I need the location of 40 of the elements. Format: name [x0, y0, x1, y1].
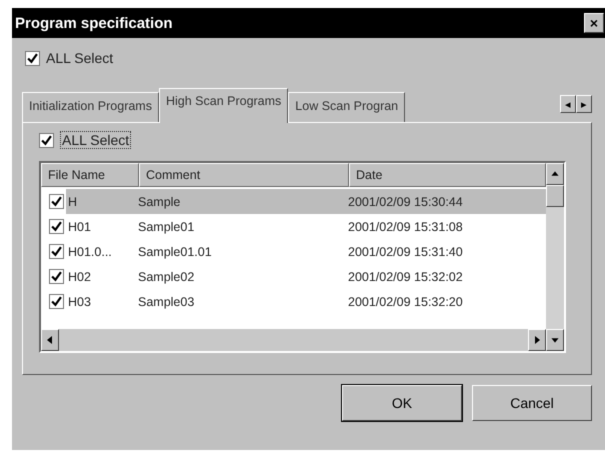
list-row[interactable]: H03 Sample03 2001/02/09 15:32:20 — [41, 289, 546, 314]
table-cell-text: H03 — [68, 294, 92, 308]
horizontal-scrollbar[interactable] — [41, 329, 546, 351]
list-row[interactable]: H01 Sample01 2001/02/09 15:31:08 — [41, 214, 546, 239]
list-row[interactable]: H02 Sample02 2001/02/09 15:32:02 — [41, 264, 546, 289]
table-cell-text: H01 — [68, 220, 92, 234]
column-header[interactable]: File Name — [41, 163, 139, 187]
table-cell-text: 2001/02/09 15:32:20 — [348, 294, 464, 308]
dialog-button[interactable]: OK — [342, 385, 462, 421]
column-header[interactable]: Date — [349, 163, 546, 187]
scrollbar-thumb[interactable] — [546, 185, 564, 207]
list-row[interactable]: H01.0... Sample01.01 2001/02/09 15:31:40 — [41, 239, 546, 264]
table-cell-text: Sample01 — [138, 220, 196, 234]
column-header[interactable]: Comment — [139, 163, 349, 187]
row-checkbox[interactable] — [49, 244, 64, 259]
tab-scroll-left-button[interactable]: ◂ — [560, 95, 576, 113]
table-cell-text: H02 — [68, 270, 92, 284]
close-button[interactable]: × — [584, 13, 604, 33]
tab-scroll-right-button[interactable]: ▸ — [576, 95, 592, 113]
checkbox-label: ALL Select — [46, 50, 114, 66]
table-cell-text: Sample03 — [138, 294, 196, 308]
table-cell-text: 2001/02/09 15:32:02 — [348, 270, 464, 284]
tab[interactable]: High Scan Programs — [158, 88, 288, 123]
row-checkbox[interactable] — [49, 194, 64, 209]
row-checkbox[interactable] — [49, 294, 64, 309]
dialog-button[interactable]: Cancel — [472, 385, 592, 421]
tab[interactable]: Low Scan Progran — [288, 92, 406, 122]
row-checkbox[interactable] — [49, 219, 64, 234]
tab[interactable]: Initialization Programs — [22, 92, 159, 122]
table-cell-text: H01.0... — [68, 244, 113, 258]
all-select-checkbox[interactable] — [25, 50, 40, 66]
all-select-checkbox[interactable] — [39, 132, 54, 148]
row-checkbox[interactable] — [49, 269, 64, 284]
table-cell-text: 2001/02/09 15:31:40 — [348, 244, 464, 258]
vertical-scrollbar[interactable] — [546, 163, 564, 351]
table-cell-text: 2001/02/09 15:31:08 — [348, 220, 464, 234]
table-cell-text: Sample01.01 — [138, 244, 213, 258]
window-title: Program specification — [15, 14, 173, 32]
table-cell-text: Sample02 — [138, 270, 196, 284]
checkbox-label: ALL Select — [60, 131, 132, 149]
